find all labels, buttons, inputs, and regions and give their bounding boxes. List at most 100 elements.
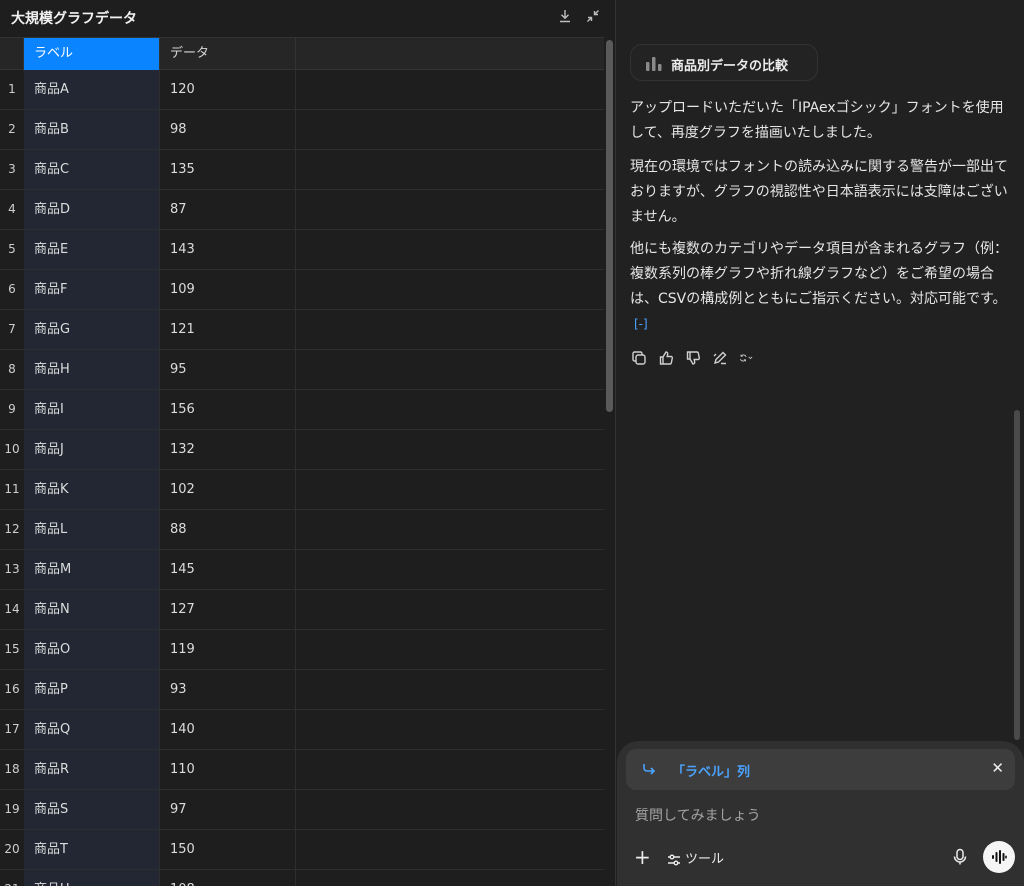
label-cell[interactable]: 商品A: [24, 70, 160, 109]
column-header-data[interactable]: データ: [160, 38, 296, 71]
table-row[interactable]: 20 商品T 150: [0, 830, 604, 870]
label-cell[interactable]: 商品I: [24, 390, 160, 429]
label-cell[interactable]: 商品P: [24, 670, 160, 709]
row-number[interactable]: 10: [0, 430, 24, 469]
label-cell[interactable]: 商品N: [24, 590, 160, 629]
row-number[interactable]: 18: [0, 750, 24, 789]
label-cell[interactable]: 商品E: [24, 230, 160, 269]
row-number[interactable]: 13: [0, 550, 24, 589]
tools-button[interactable]: ツール: [667, 848, 724, 867]
row-number[interactable]: 15: [0, 630, 24, 669]
value-cell[interactable]: 87: [160, 190, 296, 229]
table-row[interactable]: 17 商品Q 140: [0, 710, 604, 750]
value-cell[interactable]: 120: [160, 70, 296, 109]
table-row[interactable]: 9 商品I 156: [0, 390, 604, 430]
value-cell[interactable]: 121: [160, 310, 296, 349]
label-cell[interactable]: 商品F: [24, 270, 160, 309]
value-cell[interactable]: 98: [160, 110, 296, 149]
label-cell[interactable]: 商品T: [24, 830, 160, 869]
row-number[interactable]: 3: [0, 150, 24, 189]
table-row[interactable]: 11 商品K 102: [0, 470, 604, 510]
value-cell[interactable]: 140: [160, 710, 296, 749]
collapse-icon[interactable]: [585, 8, 601, 24]
row-number[interactable]: 4: [0, 190, 24, 229]
value-cell[interactable]: 135: [160, 150, 296, 189]
value-cell[interactable]: 143: [160, 230, 296, 269]
chat-scrollbar[interactable]: [1014, 410, 1020, 740]
column-header-label[interactable]: ラベル: [24, 38, 160, 71]
row-number[interactable]: 7: [0, 310, 24, 349]
chart-chip[interactable]: 商品別データの比較: [630, 44, 818, 81]
plus-icon[interactable]: +: [634, 847, 651, 867]
label-cell[interactable]: 商品J: [24, 430, 160, 469]
value-cell[interactable]: 88: [160, 510, 296, 549]
row-number[interactable]: 1: [0, 70, 24, 109]
edit-icon[interactable]: [712, 350, 730, 368]
value-cell[interactable]: 156: [160, 390, 296, 429]
label-cell[interactable]: 商品C: [24, 150, 160, 189]
table-row[interactable]: 18 商品R 110: [0, 750, 604, 790]
prompt-input[interactable]: [635, 805, 995, 827]
label-cell[interactable]: 商品H: [24, 350, 160, 389]
row-number[interactable]: 19: [0, 790, 24, 829]
citation-link[interactable]: [-]: [634, 312, 648, 337]
row-number[interactable]: 6: [0, 270, 24, 309]
value-cell[interactable]: 127: [160, 590, 296, 629]
label-cell[interactable]: 商品G: [24, 310, 160, 349]
table-scrollbar-thumb[interactable]: [606, 40, 613, 412]
row-number[interactable]: 2: [0, 110, 24, 149]
label-cell[interactable]: 商品O: [24, 630, 160, 669]
row-number[interactable]: 20: [0, 830, 24, 869]
table-row[interactable]: 16 商品P 93: [0, 670, 604, 710]
value-cell[interactable]: 110: [160, 750, 296, 789]
table-row[interactable]: 2 商品B 98: [0, 110, 604, 150]
row-number[interactable]: 11: [0, 470, 24, 509]
table-row[interactable]: 5 商品E 143: [0, 230, 604, 270]
table-row[interactable]: 13 商品M 145: [0, 550, 604, 590]
value-cell[interactable]: 145: [160, 550, 296, 589]
value-cell[interactable]: 109: [160, 270, 296, 309]
regenerate-icon[interactable]: [739, 350, 767, 368]
label-cell[interactable]: 商品M: [24, 550, 160, 589]
voice-mode-button[interactable]: [983, 841, 1015, 873]
row-number[interactable]: 16: [0, 670, 24, 709]
table-row[interactable]: 3 商品C 135: [0, 150, 604, 190]
table-row[interactable]: 10 商品J 132: [0, 430, 604, 470]
table-row[interactable]: 12 商品L 88: [0, 510, 604, 550]
label-cell[interactable]: 商品U: [24, 870, 160, 886]
label-cell[interactable]: 商品L: [24, 510, 160, 549]
label-cell[interactable]: 商品B: [24, 110, 160, 149]
table-row[interactable]: 8 商品H 95: [0, 350, 604, 390]
value-cell[interactable]: 119: [160, 630, 296, 669]
label-cell[interactable]: 商品D: [24, 190, 160, 229]
table-scrollbar[interactable]: [604, 37, 615, 886]
table-row[interactable]: 14 商品N 127: [0, 590, 604, 630]
value-cell[interactable]: 97: [160, 790, 296, 829]
value-cell[interactable]: 132: [160, 430, 296, 469]
row-number[interactable]: 8: [0, 350, 24, 389]
label-cell[interactable]: 商品S: [24, 790, 160, 829]
row-number[interactable]: 17: [0, 710, 24, 749]
table-row[interactable]: 21商品U108: [0, 870, 604, 886]
row-number[interactable]: 14: [0, 590, 24, 629]
label-cell[interactable]: 商品K: [24, 470, 160, 509]
row-number[interactable]: 9: [0, 390, 24, 429]
copy-icon[interactable]: [631, 350, 649, 368]
value-cell[interactable]: 95: [160, 350, 296, 389]
table-row[interactable]: 7 商品G 121: [0, 310, 604, 350]
label-cell[interactable]: 商品Q: [24, 710, 160, 749]
value-cell[interactable]: 108: [160, 870, 296, 886]
row-number[interactable]: 5: [0, 230, 24, 269]
corner-cell[interactable]: [0, 38, 24, 71]
download-icon[interactable]: [557, 8, 573, 24]
row-number[interactable]: 12: [0, 510, 24, 549]
row-number[interactable]: 21: [0, 870, 24, 886]
value-cell[interactable]: 150: [160, 830, 296, 869]
label-cell[interactable]: 商品R: [24, 750, 160, 789]
table-row[interactable]: 15 商品O 119: [0, 630, 604, 670]
thumbs-down-icon[interactable]: [685, 350, 703, 368]
microphone-icon[interactable]: [952, 848, 968, 870]
close-icon[interactable]: ✕: [991, 759, 1004, 777]
value-cell[interactable]: 102: [160, 470, 296, 509]
table-row[interactable]: 4 商品D 87: [0, 190, 604, 230]
